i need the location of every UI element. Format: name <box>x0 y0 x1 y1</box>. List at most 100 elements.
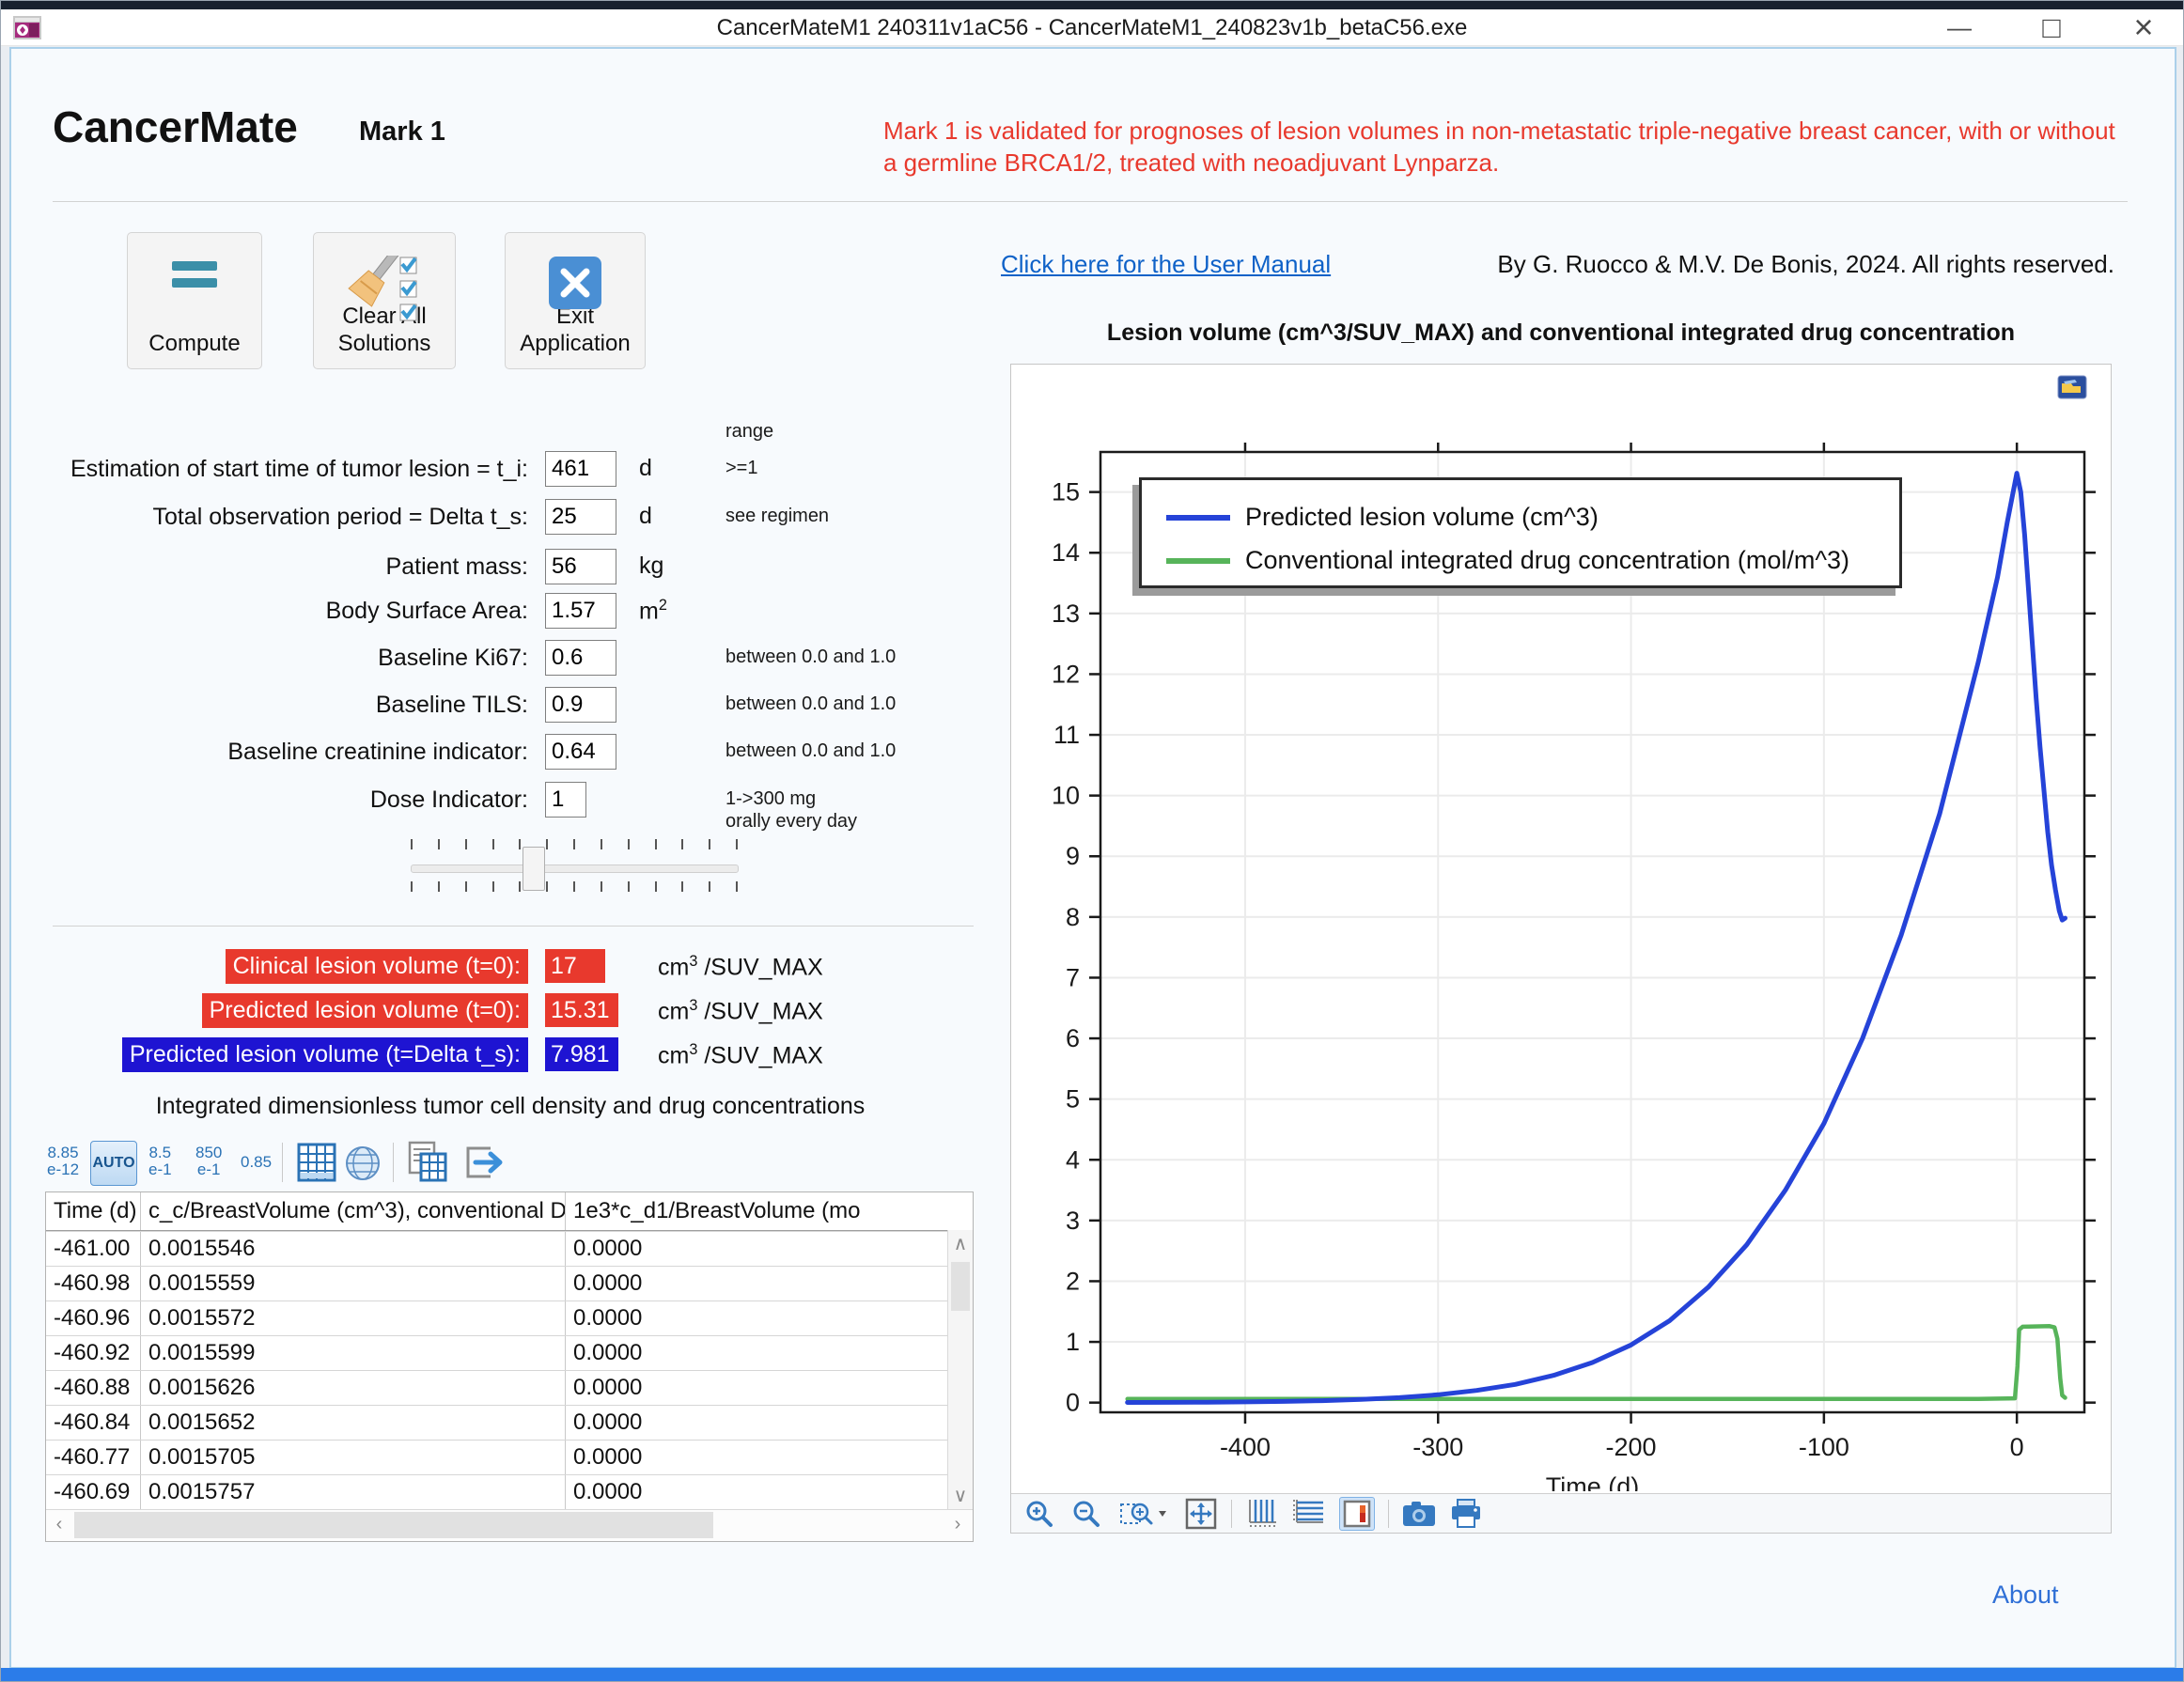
x-grid-icon[interactable] <box>1245 1498 1279 1530</box>
exit-application-label: Exit Application <box>519 303 632 357</box>
form-label-0: Estimation of start time of tumor lesion… <box>70 456 528 483</box>
chart-panel: 0123456789101112131415-400-300-200-1000T… <box>1010 364 2112 1534</box>
slider-tick <box>492 881 494 892</box>
zoom-in-icon[interactable] <box>1022 1498 1056 1530</box>
format-885e-12-button[interactable]: 8.85e-12 <box>47 1145 79 1178</box>
sphere-icon[interactable] <box>344 1145 382 1187</box>
table-cell: 0.0000 <box>565 1441 948 1474</box>
form-label-6: Baseline creatinine indicator: <box>227 739 528 766</box>
exit-application-button[interactable]: Exit Application <box>505 232 646 369</box>
legend-label-lesion-volume: Predicted lesion volume (cm^3) <box>1245 503 1599 532</box>
slider-tick <box>546 839 548 849</box>
about-link[interactable]: About <box>1992 1581 2059 1610</box>
table-row[interactable]: -460.960.00155720.0000 <box>46 1300 973 1335</box>
table-row[interactable]: -460.880.00156260.0000 <box>46 1370 973 1405</box>
y-grid-icon[interactable] <box>1292 1498 1326 1530</box>
format-850e-1-button[interactable]: 850e-1 <box>195 1145 222 1178</box>
vscroll-thumb[interactable] <box>951 1262 970 1311</box>
format-auto-button[interactable]: AUTO <box>90 1141 137 1186</box>
dose-slider-track[interactable] <box>411 864 739 873</box>
result-value-2: 7.981 <box>545 1037 618 1071</box>
clear-all-solutions-button[interactable]: Clear All Solutions <box>313 232 456 369</box>
table-row[interactable]: -460.920.00155990.0000 <box>46 1335 973 1370</box>
snapshot-camera-icon[interactable] <box>1402 1498 1436 1530</box>
legend-line-green <box>1166 558 1230 564</box>
toolbar-separator <box>1388 1500 1389 1528</box>
plot-window-icon[interactable] <box>2056 374 2088 405</box>
table-cell: -460.96 <box>46 1301 140 1335</box>
copyright-text: By G. Ruocco & M.V. De Bonis, 2024. All … <box>1497 250 2114 279</box>
table-row[interactable]: -461.000.00155460.0000 <box>46 1231 973 1266</box>
table-vscrollbar[interactable]: ∧∨ <box>947 1230 973 1509</box>
table-cell: -461.00 <box>46 1232 140 1266</box>
scroll-right-arrow[interactable]: › <box>944 1514 971 1535</box>
result-value-1: 15.31 <box>545 993 618 1027</box>
scroll-left-arrow[interactable]: ‹ <box>46 1514 72 1535</box>
form-label-1: Total observation period = Delta t_s: <box>152 504 528 531</box>
table-cell: 0.0015559 <box>140 1267 565 1300</box>
table-header-1: c_c/BreastVolume (cm^3), conventional DP… <box>140 1192 565 1230</box>
copy-table-icon[interactable] <box>406 1141 449 1189</box>
y-tick-label: 9 <box>1066 842 1080 870</box>
color-legend-icon[interactable] <box>1339 1497 1375 1531</box>
y-tick-label: 10 <box>1052 782 1080 810</box>
hscroll-thumb[interactable] <box>74 1512 713 1538</box>
slider-tick <box>519 839 521 849</box>
zoom-box-icon[interactable] <box>1116 1498 1171 1530</box>
print-icon[interactable] <box>1449 1498 1483 1530</box>
full-precision-table-icon[interactable] <box>297 1143 336 1187</box>
x-tick-label: 0 <box>2010 1433 2024 1461</box>
slider-tick <box>736 881 738 892</box>
y-tick-label: 6 <box>1066 1024 1080 1052</box>
y-tick-label: 11 <box>1053 721 1080 749</box>
form-input-0[interactable] <box>545 451 616 487</box>
scroll-down-arrow[interactable]: ∨ <box>948 1484 973 1507</box>
compute-button[interactable]: Compute <box>127 232 262 369</box>
form-input-6[interactable] <box>545 734 616 770</box>
scroll-up-arrow[interactable]: ∧ <box>948 1232 973 1255</box>
form-input-2[interactable] <box>545 549 616 584</box>
table-row[interactable]: -460.690.00157570.0000 <box>46 1474 973 1509</box>
form-input-1[interactable] <box>545 499 616 535</box>
y-tick-label: 13 <box>1052 600 1080 628</box>
table-cell: 0.0000 <box>565 1301 948 1335</box>
dose-slider-handle[interactable] <box>523 847 545 891</box>
toolbar-separator <box>393 1143 394 1182</box>
table-cell: 0.0000 <box>565 1232 948 1266</box>
chart-toolbar <box>1011 1493 2111 1533</box>
slider-tick <box>573 881 575 892</box>
format-085-button[interactable]: 0.85 <box>241 1154 272 1171</box>
form-range-7: 1->300 mg <box>725 788 816 810</box>
close-button[interactable]: × <box>2122 8 2165 47</box>
export-table-icon[interactable] <box>462 1143 507 1187</box>
format-85e-1-button[interactable]: 8.5e-1 <box>148 1145 172 1178</box>
app-mark-label: Mark 1 <box>359 117 445 148</box>
table-row[interactable]: -460.980.00155590.0000 <box>46 1266 973 1300</box>
table-cell: 0.0000 <box>565 1475 948 1509</box>
table-row[interactable]: -460.840.00156520.0000 <box>46 1405 973 1440</box>
x-tick-label: -100 <box>1799 1433 1849 1461</box>
minimize-button[interactable]: — <box>1938 13 1981 42</box>
form-range-5: between 0.0 and 1.0 <box>725 693 896 715</box>
form-input-3[interactable] <box>545 593 616 629</box>
exit-x-icon <box>506 256 645 310</box>
slider-tick <box>681 839 683 849</box>
table-hscrollbar[interactable]: ‹› <box>46 1509 973 1541</box>
toolbar-separator <box>282 1143 283 1182</box>
y-tick-label: 12 <box>1052 660 1080 688</box>
slider-tick <box>411 839 413 849</box>
form-input-4[interactable] <box>545 640 616 676</box>
table-cell: -460.77 <box>46 1441 140 1474</box>
form-input-7[interactable] <box>545 782 586 818</box>
zoom-extents-icon[interactable] <box>1184 1498 1218 1530</box>
form-input-5[interactable] <box>545 687 616 723</box>
zoom-out-icon[interactable] <box>1069 1498 1103 1530</box>
compute-label: Compute <box>148 330 240 357</box>
table-header-2: 1e3*c_d1/BreastVolume (mo <box>565 1192 948 1230</box>
form-label-7: Dose Indicator: <box>370 786 528 814</box>
table-cell: 0.0015599 <box>140 1336 565 1370</box>
user-manual-link[interactable]: Click here for the User Manual <box>1001 250 1331 279</box>
table-row[interactable]: -460.770.00157050.0000 <box>46 1440 973 1474</box>
maximize-button[interactable]: □ <box>2030 10 2073 45</box>
form-label-5: Baseline TILS: <box>376 692 528 719</box>
